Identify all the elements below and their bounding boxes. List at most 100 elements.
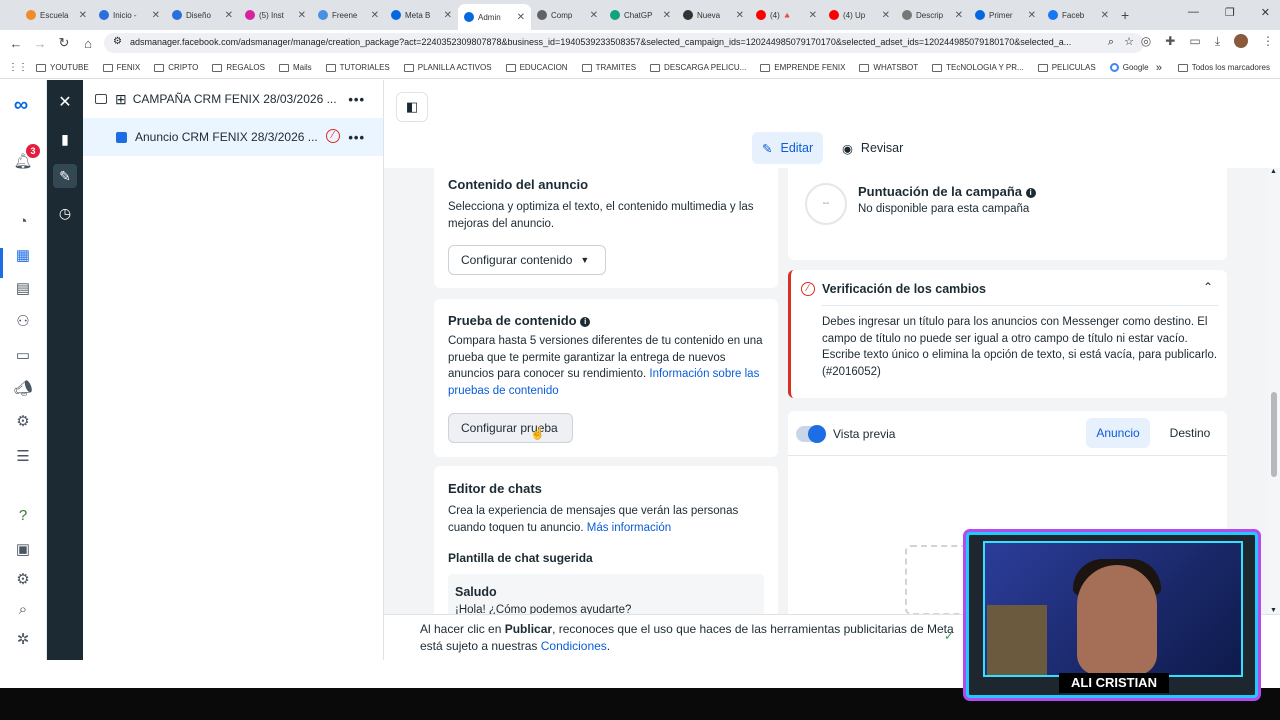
page-scrollbar[interactable]: ▲ ▼ (1268, 168, 1280, 614)
profile-avatar[interactable] (1234, 34, 1248, 48)
extensions-puzzle-icon[interactable]: ✚ (1165, 34, 1175, 49)
tab-close-icon[interactable]: ✕ (1101, 10, 1109, 21)
catalog-icon[interactable]: ▤ (12, 277, 34, 299)
billing-icon[interactable]: ▭ (12, 344, 34, 366)
search-icon[interactable]: ⌕ (12, 598, 34, 620)
browser-tab[interactable]: ChatGP ✕ (604, 3, 677, 27)
bookmark-item[interactable]: CRIPTO (154, 63, 198, 72)
split-icon[interactable]: ▭ (1189, 34, 1200, 49)
toggle-panel-button[interactable]: ◧ (396, 92, 428, 122)
browser-tab[interactable]: Inicio - ✕ (93, 3, 166, 27)
forward-icon[interactable]: → (28, 36, 52, 51)
tab-close-icon[interactable]: ✕ (663, 10, 671, 21)
campaign-more-button[interactable]: ••• (348, 92, 365, 107)
bookmark-item[interactable]: PLANILLA ACTIVOS (403, 63, 492, 72)
scroll-thumb[interactable] (1271, 392, 1277, 477)
apps-grid-icon[interactable]: ⋮⋮ (8, 62, 28, 73)
tree-campaign-row[interactable]: ⊞ CAMPAÑA CRM FENIX 28/03/2026 ... ••• (83, 80, 383, 118)
scroll-down-icon[interactable]: ▼ (1270, 607, 1277, 614)
meta-logo-icon[interactable]: ∞ (10, 94, 32, 116)
zoom-icon[interactable]: ⌕ (1103, 36, 1114, 49)
configure-test-button[interactable]: Configurar prueba (448, 413, 573, 443)
settings-gear-icon[interactable]: ⚙ (12, 568, 34, 590)
browser-tab[interactable]: Freene ✕ (312, 3, 385, 27)
bookmark-item[interactable]: DESCARGA PELICU... (650, 63, 746, 72)
browser-tab[interactable]: Primer ✕ (969, 3, 1042, 27)
info-icon[interactable]: i (580, 316, 591, 327)
terms-link[interactable]: Condiciones (541, 639, 607, 653)
browser-tab[interactable]: Faceb ✕ (1042, 3, 1115, 27)
preview-tab-destination[interactable]: Destino (1158, 418, 1222, 448)
tab-close-icon[interactable]: ✕ (152, 10, 160, 21)
history-clock-icon[interactable]: ◷ (53, 201, 77, 225)
ads-manager-icon[interactable]: ▦ (12, 244, 34, 266)
bookmark-star-icon[interactable]: ☆ (1124, 35, 1134, 48)
tab-close-icon[interactable]: ✕ (736, 10, 744, 21)
browser-tab[interactable]: Nueva ✕ (677, 3, 750, 27)
tab-close-icon[interactable]: ✕ (809, 10, 817, 21)
tab-close-icon[interactable]: ✕ (1028, 10, 1036, 21)
all-tools-icon[interactable]: ☰ (12, 445, 34, 467)
browser-tab[interactable]: Comp ✕ (531, 3, 604, 27)
overview-chart-icon[interactable]: ▮ (53, 127, 77, 151)
close-window-icon[interactable]: ✕ (1261, 6, 1270, 19)
tab-close-icon[interactable]: ✕ (517, 12, 525, 23)
audiences-icon[interactable]: ⚇ (12, 310, 34, 332)
home-icon[interactable]: ⌂ (76, 36, 100, 51)
site-info-icon[interactable]: ⚙ (113, 36, 122, 47)
pages-icon[interactable]: ▣ (12, 538, 34, 560)
tree-ad-row[interactable]: Anuncio CRM FENIX 28/3/2026 ... ⁄ ••• (83, 118, 383, 156)
scroll-up-icon[interactable]: ▲ (1270, 168, 1277, 175)
bookmark-item[interactable]: EDUCACION (505, 63, 568, 72)
bookmark-item[interactable]: TEcNOLOGIA Y PR... (932, 63, 1024, 72)
help-icon[interactable]: ? (12, 504, 34, 526)
tab-close-icon[interactable]: ✕ (298, 10, 306, 21)
tab-close-icon[interactable]: ✕ (444, 10, 452, 21)
bug-report-icon[interactable]: ✲ (12, 628, 34, 650)
collapse-chevron-icon[interactable]: ⌃ (1203, 280, 1213, 294)
info-icon[interactable]: i (1025, 187, 1036, 198)
edit-mode-button[interactable]: ✎ Editar (752, 132, 824, 164)
browser-tab[interactable]: (5) Inst ✕ (239, 3, 312, 27)
restore-icon[interactable]: ❐ (1225, 6, 1235, 19)
close-icon[interactable]: ✕ (53, 90, 77, 114)
tab-close-icon[interactable]: ✕ (225, 10, 233, 21)
tab-close-icon[interactable]: ✕ (371, 10, 379, 21)
browser-tab[interactable]: Descrip ✕ (896, 3, 969, 27)
browser-tab[interactable]: (4) 🔺 ✕ (750, 3, 823, 27)
browser-tab[interactable]: (4) Up ✕ (823, 3, 896, 27)
bookmark-item[interactable]: WHATSBOT (859, 63, 918, 72)
preview-tab-ad[interactable]: Anuncio (1086, 418, 1150, 448)
bookmark-item[interactable]: TUTORIALES (325, 63, 390, 72)
review-mode-button[interactable]: ◉ Revisar (832, 132, 913, 164)
minimize-icon[interactable]: — (1188, 6, 1199, 19)
bookmark-item[interactable]: FENIX (102, 63, 140, 72)
edit-pencil-icon[interactable]: ✎ (53, 164, 77, 188)
browser-tab[interactable]: Diseño ✕ (166, 3, 239, 27)
ad-more-button[interactable]: ••• (348, 130, 365, 145)
browser-tab[interactable]: Admin ✕ (458, 4, 531, 30)
bookmark-item[interactable]: YOUTUBE (36, 63, 89, 72)
tab-close-icon[interactable]: ✕ (955, 10, 963, 21)
bookmark-item[interactable]: EMPRENDE FENIX (760, 63, 845, 72)
browser-tab[interactable]: Meta B ✕ (385, 3, 458, 27)
all-bookmarks-button[interactable]: Todos los marcadores (1177, 63, 1270, 72)
browser-tab[interactable]: Escuela ✕ (20, 3, 93, 27)
business-assets-icon[interactable]: ⚙ (12, 410, 34, 432)
bookmark-item[interactable]: TRAMITES (581, 63, 636, 72)
campaign-megaphone-icon[interactable]: 📣︎ (12, 377, 34, 399)
bookmark-item[interactable]: REGALOS (212, 63, 265, 72)
tab-close-icon[interactable]: ✕ (882, 10, 890, 21)
bookmarks-overflow-button[interactable]: » (1156, 62, 1162, 74)
bookmark-item[interactable]: Google (1109, 63, 1149, 72)
configure-content-button[interactable]: Configurar contenido ▼ (448, 245, 606, 275)
address-bar[interactable]: ⚙ adsmanager.facebook.com/adsmanager/man… (104, 33, 1144, 53)
reload-icon[interactable]: ↻ (52, 35, 76, 51)
tab-close-icon[interactable]: ✕ (590, 10, 598, 21)
new-tab-button[interactable]: + (1121, 7, 1129, 23)
extension-icon[interactable]: ◎ (1141, 34, 1151, 49)
menu-icon[interactable]: ⋮ (1262, 34, 1274, 49)
dashboard-icon[interactable]: ◔ (12, 210, 34, 232)
bookmark-item[interactable]: Mails (279, 63, 312, 72)
chat-more-info-link[interactable]: Más información (587, 522, 671, 534)
